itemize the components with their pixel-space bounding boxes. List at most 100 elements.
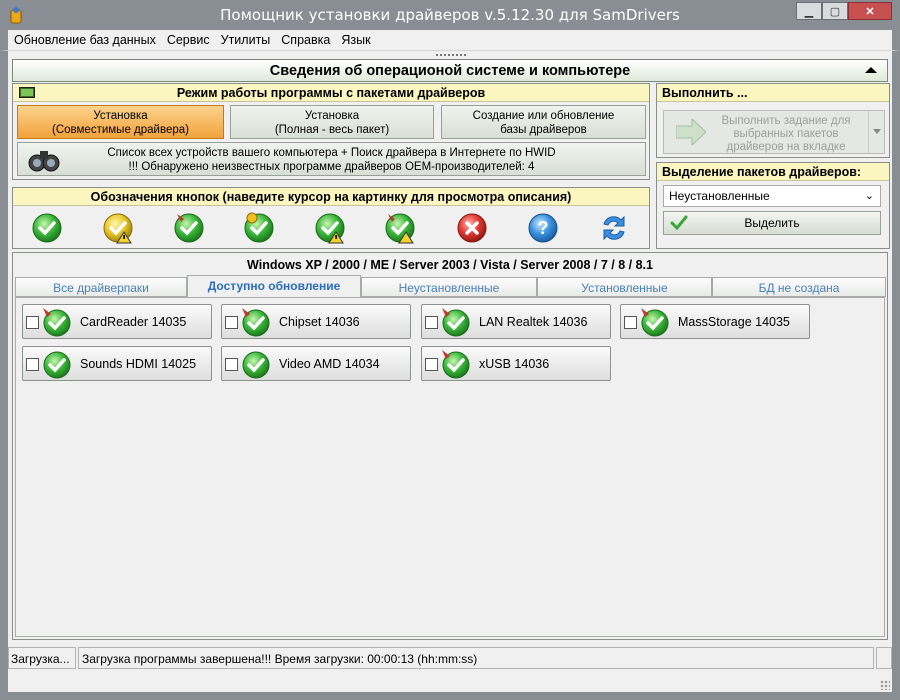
status-extra	[876, 647, 892, 669]
execute-task-button[interactable]: Выполнить задание для выбранных пакетов …	[663, 110, 885, 154]
package-checkbox[interactable]	[225, 358, 238, 371]
package-item[interactable]: Sounds HDMI 14025	[22, 346, 212, 381]
selection-panel: Выделение пакетов драйверов: Неустановле…	[656, 162, 890, 249]
package-label: MassStorage 14035	[678, 315, 790, 329]
window-title: Помощник установки драйверов v.5.12.30 д…	[220, 6, 680, 24]
package-item[interactable]: Chipset 14036	[221, 304, 411, 339]
pinned-green-check-icon	[641, 308, 669, 337]
execute-panel: Выполнить ... Выполнить задание для выбр…	[656, 83, 890, 158]
help-icon[interactable]: ?	[527, 212, 559, 244]
package-label: CardReader 14035	[80, 315, 187, 329]
mode-create-database-button[interactable]: Создание или обновление базы драйверов	[441, 105, 646, 139]
mode-button-line2: базы драйверов	[500, 124, 587, 136]
tab-not-installed[interactable]: Неустановленные	[361, 277, 537, 297]
menu-update-databases[interactable]: Обновление баз данных	[8, 30, 161, 47]
selection-filter-value: Неустановленные	[669, 189, 770, 203]
menu-help[interactable]: Справка	[275, 30, 335, 47]
package-checkbox[interactable]	[26, 358, 39, 371]
system-info-header[interactable]: Сведения об операционой системе и компью…	[12, 59, 888, 82]
os-compatibility-line: Windows XP / 2000 / ME / Server 2003 / V…	[247, 258, 653, 272]
select-button[interactable]: Выделить	[663, 211, 881, 235]
mode-button-line2: (Совместимые драйвера)	[52, 124, 189, 136]
red-cross-icon[interactable]	[456, 212, 488, 244]
package-item[interactable]: xUSB 14036	[421, 346, 611, 381]
package-item[interactable]: MassStorage 14035	[620, 304, 810, 339]
close-button[interactable]: ✕	[848, 2, 892, 20]
window-frame-bottom	[0, 692, 900, 700]
title-bar: Помощник установки драйверов v.5.12.30 д…	[0, 0, 900, 30]
selection-filter-combo[interactable]: Неустановленные ⌄	[663, 185, 881, 207]
package-checkbox[interactable]	[26, 316, 39, 329]
tab-content: CardReader 14035 Chipset 14036 LAN Realt…	[15, 297, 885, 637]
driverpacks-area: Windows XP / 2000 / ME / Server 2003 / V…	[12, 252, 888, 640]
resize-grip-icon[interactable]	[880, 680, 890, 690]
mode-panel: Режим работы программы с пакетами драйве…	[12, 83, 650, 180]
package-label: Chipset 14036	[279, 315, 360, 329]
menu-service[interactable]: Сервис	[161, 30, 215, 47]
pinned-check-warning-icon[interactable]	[384, 212, 416, 244]
mode-panel-header: Режим работы программы с пакетами драйве…	[13, 84, 649, 102]
menu-bar: Обновление баз данных Сервис Утилиты Справк…	[0, 30, 900, 51]
splitter-grip[interactable]	[436, 54, 466, 57]
package-checkbox[interactable]	[624, 316, 637, 329]
green-check-icon	[242, 351, 270, 379]
svg-text:?: ?	[538, 218, 549, 238]
refresh-arrows-icon[interactable]	[598, 212, 630, 244]
window-frame-left	[0, 51, 8, 700]
mode-button-line1: Установка	[93, 110, 148, 122]
window-frame-right	[892, 51, 900, 700]
yellow-check-warning-icon[interactable]	[102, 212, 134, 244]
yellow-green-check-icon[interactable]	[243, 212, 275, 244]
hwid-line2: !!! Обнаружено неизвестных программе дра…	[128, 161, 535, 173]
package-label: Video AMD 14034	[279, 357, 380, 371]
pinned-green-check-icon	[43, 308, 71, 337]
execute-dropdown-arrow-icon[interactable]	[868, 111, 884, 153]
mode-button-line2: (Полная - весь пакет)	[274, 124, 390, 136]
green-check-icon[interactable]	[31, 212, 63, 244]
package-checkbox[interactable]	[425, 316, 438, 329]
legend-panel-header: Обозначения кнопок (наведите курсор на к…	[13, 188, 649, 206]
minimize-button[interactable]: ▁	[796, 2, 822, 20]
execute-panel-title: Выполнить ...	[662, 86, 748, 100]
pinned-green-check-icon	[242, 308, 270, 337]
monitor-icon	[19, 87, 35, 98]
package-label: LAN Realtek 14036	[479, 315, 588, 329]
menu-utilities[interactable]: Утилиты	[215, 30, 276, 47]
system-info-title: Сведения об операционой системе и компью…	[269, 63, 631, 79]
package-item[interactable]: CardReader 14035	[22, 304, 212, 339]
pinned-green-check-icon[interactable]	[173, 212, 205, 244]
package-checkbox[interactable]	[225, 316, 238, 329]
mode-button-line1: Создание или обновление	[472, 110, 615, 122]
mode-install-full-button[interactable]: Установка (Полная - весь пакет)	[230, 105, 434, 139]
green-check-warning-icon[interactable]	[314, 212, 346, 244]
client-area: Сведения об операционой системе и компью…	[8, 51, 892, 692]
tab-bar: Все драйверпаки Доступно обновление Неус…	[13, 275, 887, 298]
legend-panel: Обозначения кнопок (наведите курсор на к…	[12, 187, 650, 249]
menu-language[interactable]: Язык	[335, 30, 375, 47]
selection-panel-title: Выделение пакетов драйверов:	[662, 165, 862, 179]
status-message: Загрузка программы завершена!!! Время за…	[78, 647, 874, 669]
chevron-down-icon[interactable]: ⌄	[865, 189, 874, 202]
arrow-right-icon	[676, 119, 706, 145]
collapse-arrow-icon[interactable]	[865, 67, 877, 73]
execute-task-label: Выполнить задание для выбранных пакетов …	[721, 115, 851, 153]
mode-install-compatible-button[interactable]: Установка (Совместимые драйвера)	[17, 105, 224, 139]
tab-update-available[interactable]: Доступно обновление	[187, 275, 361, 298]
mode-panel-title: Режим работы программы с пакетами драйве…	[176, 86, 486, 100]
legend-icon-row: ?	[13, 210, 649, 246]
hwid-line1: Список всех устройств вашего компьютера …	[107, 147, 556, 159]
tab-db-not-created[interactable]: БД не создана	[712, 277, 886, 297]
tab-all-driverpacks[interactable]: Все драйверпаки	[15, 277, 187, 297]
package-item[interactable]: LAN Realtek 14036	[421, 304, 611, 339]
hwid-search-button[interactable]: Список всех устройств вашего компьютера …	[17, 142, 646, 176]
green-check-icon	[43, 351, 71, 379]
mode-button-line1: Установка	[304, 110, 360, 122]
pinned-green-check-icon	[442, 308, 470, 337]
maximize-button[interactable]: ▢	[822, 2, 848, 20]
selection-panel-header: Выделение пакетов драйверов:	[657, 163, 889, 181]
tab-installed[interactable]: Установленные	[537, 277, 712, 297]
package-label: Sounds HDMI 14025	[80, 357, 197, 371]
package-item[interactable]: Video AMD 14034	[221, 346, 411, 381]
package-checkbox[interactable]	[425, 358, 438, 371]
check-mark-icon	[670, 215, 688, 231]
